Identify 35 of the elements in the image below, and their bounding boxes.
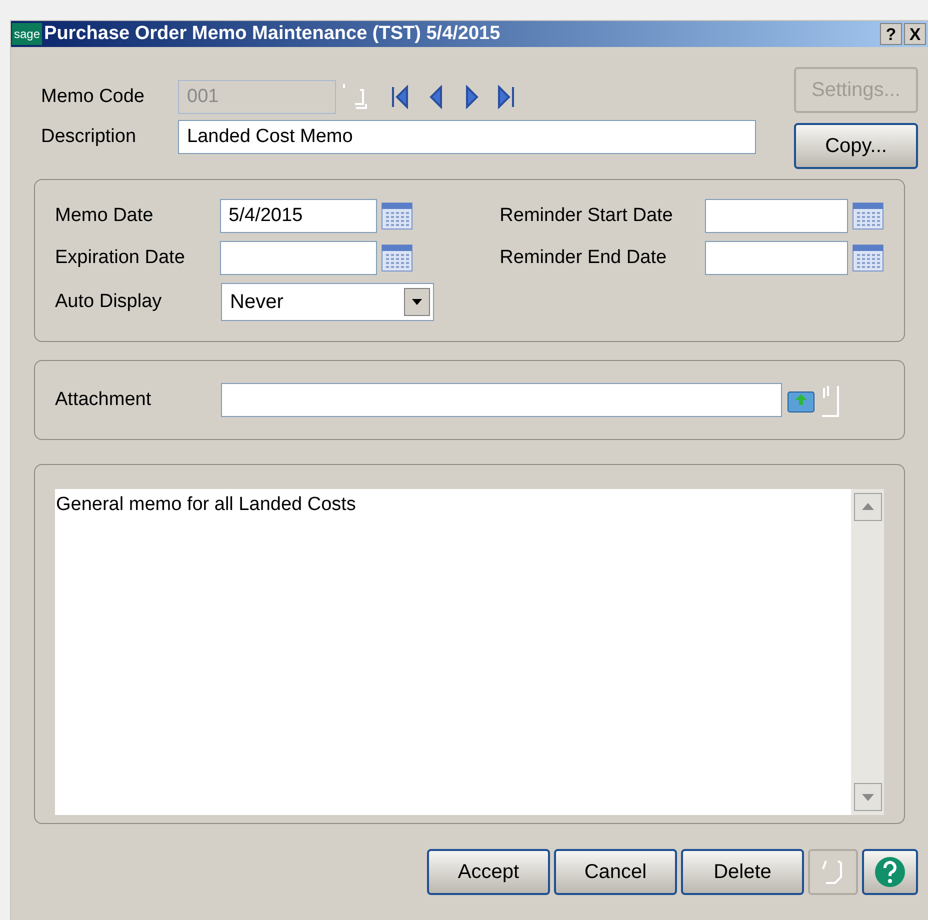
- field-label: Auto Display: [55, 290, 163, 314]
- date-field[interactable]: [705, 199, 848, 233]
- field-label: Reminder End Date: [500, 246, 668, 270]
- dialog-button[interactable]: Delete: [681, 849, 804, 895]
- calendar-icon[interactable]: [380, 243, 413, 273]
- scroll-down-icon[interactable]: [854, 783, 882, 811]
- dropdown-value: Never: [230, 290, 284, 315]
- copy-button[interactable]: Copy...: [794, 123, 918, 169]
- calendar-icon[interactable]: [852, 243, 884, 273]
- calendar-icon[interactable]: [852, 201, 884, 231]
- field-label: Expiration Date: [55, 246, 186, 270]
- close-button[interactable]: X: [904, 23, 926, 45]
- date-field[interactable]: 5/4/2015: [220, 199, 377, 233]
- memo-text: General memo for all Landed Costs: [55, 493, 357, 517]
- scroll-up-icon[interactable]: [854, 493, 882, 521]
- calendar-icon[interactable]: [380, 201, 413, 231]
- auto-display-dropdown[interactable]: Never: [221, 283, 434, 321]
- field-label: Memo Code: [41, 84, 146, 109]
- field-label: Reminder Start Date: [500, 204, 674, 228]
- field-label: Attachment: [55, 388, 152, 412]
- help-button[interactable]: [862, 849, 918, 895]
- date-field[interactable]: [220, 241, 377, 275]
- help-icon: [874, 856, 906, 888]
- attachment-field[interactable]: [221, 383, 782, 417]
- dialog-button[interactable]: Accept: [427, 849, 550, 895]
- window-title: Purchase Order Memo Maintenance (TST) 5/4/2015: [44, 22, 502, 46]
- dialog-button[interactable]: Cancel: [554, 849, 677, 895]
- date-field[interactable]: [705, 241, 848, 275]
- vertical-scrollbar[interactable]: [851, 489, 884, 815]
- description-field[interactable]: Landed Cost Memo: [178, 120, 756, 154]
- app-logo: sage: [12, 23, 42, 45]
- memo-text-area[interactable]: General memo for all Landed Costs: [55, 489, 884, 815]
- help-title-button[interactable]: ?: [880, 23, 902, 45]
- field-label: Description: [41, 124, 138, 149]
- field-label: Memo Date: [55, 204, 154, 228]
